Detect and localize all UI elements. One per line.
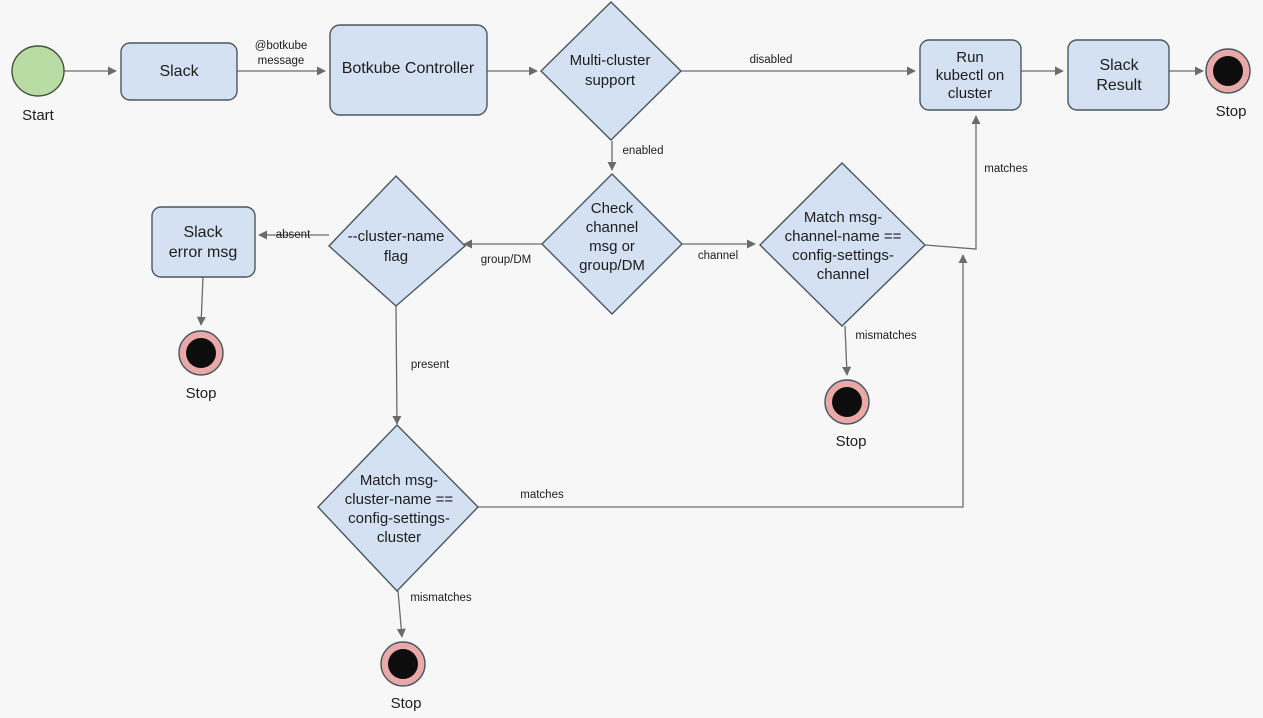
slack-error-msg-box[interactable] bbox=[151, 206, 256, 278]
stop-label-channel-mismatch: Stop bbox=[836, 433, 867, 450]
edge-label-absent: absent bbox=[276, 229, 311, 241]
node-slack[interactable]: Slack bbox=[120, 42, 238, 101]
match-cluster-name-label-line3: config-settings- bbox=[348, 510, 450, 527]
cluster-name-flag-label-line1: --cluster-name bbox=[348, 228, 445, 245]
node-slack-result[interactable]: Slack Result bbox=[1067, 39, 1170, 111]
run-kubectl-label-line1: Run bbox=[956, 49, 984, 66]
node-cluster-name-flag[interactable]: --cluster-name flag bbox=[327, 174, 467, 307]
node-botkube-controller[interactable]: Botkube Controller bbox=[329, 24, 488, 116]
check-channel-label-line4: group/DM bbox=[579, 257, 645, 274]
edge-label-disabled: disabled bbox=[750, 54, 793, 66]
slack-error-msg-label-line1: Slack bbox=[183, 224, 223, 241]
node-run-kubectl[interactable]: Run kubectl on cluster bbox=[919, 39, 1022, 111]
match-cluster-name-diamond[interactable] bbox=[317, 423, 479, 593]
multi-cluster-support-label-line1: Multi-cluster bbox=[570, 52, 651, 69]
match-channel-name-label-line3: config-settings- bbox=[792, 247, 894, 264]
edge-matchchannelname-matches-to-runkubectl bbox=[924, 115, 981, 250]
node-stop-error[interactable]: Stop bbox=[178, 330, 224, 402]
edge-label-present: present bbox=[411, 359, 450, 371]
match-cluster-name-label-line4: cluster bbox=[377, 529, 421, 546]
check-channel-label-line1: Check bbox=[591, 200, 634, 217]
match-cluster-name-label-line1: Match msg- bbox=[360, 472, 438, 489]
slack-result-label-line2: Result bbox=[1096, 77, 1142, 94]
stop-label-error: Stop bbox=[186, 385, 217, 402]
edge-label-matches-cluster: matches bbox=[520, 489, 564, 501]
run-kubectl-label-line3: cluster bbox=[948, 85, 992, 102]
edge-label-mismatches-channel: mismatches bbox=[855, 330, 917, 342]
edge-slackerror-to-stop bbox=[196, 276, 206, 326]
node-slack-error-msg[interactable]: Slack error msg bbox=[151, 206, 256, 278]
node-check-channel[interactable]: Check channel msg or group/DM bbox=[541, 173, 683, 315]
node-multi-cluster-support[interactable]: Multi-cluster support bbox=[540, 1, 682, 141]
stop-core-top-right bbox=[1213, 56, 1243, 86]
check-channel-label-line3: msg or bbox=[589, 238, 635, 255]
stop-label-top-right: Stop bbox=[1216, 103, 1247, 120]
edge-matchclustername-matches-to-runkubectl bbox=[478, 254, 968, 508]
start-circle[interactable] bbox=[11, 45, 65, 97]
match-channel-name-label-line4: channel bbox=[817, 266, 870, 283]
edge-label-botkube-message-line1: @botkube bbox=[255, 40, 308, 52]
match-channel-name-label-line1: Match msg- bbox=[804, 209, 882, 226]
stop-core-error bbox=[186, 338, 216, 368]
edge-clusternameflag-present-to-matchclustername bbox=[392, 305, 402, 425]
edge-label-matches-channel: matches bbox=[984, 163, 1028, 175]
stop-core-cluster-mismatch bbox=[388, 649, 418, 679]
slack-result-label-line1: Slack bbox=[1099, 57, 1139, 74]
node-match-cluster-name[interactable]: Match msg- cluster-name == config-settin… bbox=[317, 423, 479, 593]
edge-label-mismatches-cluster: mismatches bbox=[410, 592, 472, 604]
edge-matchchannelname-mismatches-to-stop bbox=[842, 325, 852, 376]
multi-cluster-support-label-line2: support bbox=[585, 72, 636, 89]
edge-label-enabled: enabled bbox=[623, 145, 664, 157]
run-kubectl-label-line2: kubectl on bbox=[936, 67, 1004, 84]
slack-result-box[interactable] bbox=[1067, 39, 1170, 111]
diagram-canvas: Start Slack Botkube Controller Multi-clu… bbox=[0, 0, 1263, 718]
flowchart-svg: Start Slack Botkube Controller Multi-clu… bbox=[11, 1, 1251, 712]
match-cluster-name-label-line2: cluster-name == bbox=[345, 491, 454, 508]
stop-core-channel-mismatch bbox=[832, 387, 862, 417]
edge-label-group-dm: group/DM bbox=[481, 254, 532, 266]
botkube-controller-label: Botkube Controller bbox=[342, 60, 475, 77]
match-channel-name-label-line2: channel-name == bbox=[785, 228, 902, 245]
node-stop-top-right[interactable]: Stop bbox=[1205, 48, 1251, 120]
start-label: Start bbox=[22, 107, 55, 124]
node-stop-channel-mismatch[interactable]: Stop bbox=[824, 379, 870, 450]
cluster-name-flag-label-line2: flag bbox=[384, 248, 408, 265]
slack-error-msg-label-line2: error msg bbox=[169, 244, 237, 261]
node-match-channel-name[interactable]: Match msg- channel-name == config-settin… bbox=[759, 162, 926, 327]
node-start[interactable]: Start bbox=[11, 45, 65, 124]
edge-label-botkube-message-line2: message bbox=[258, 55, 305, 67]
stop-label-cluster-mismatch: Stop bbox=[391, 695, 422, 712]
edge-matchclustername-mismatches-to-stop bbox=[396, 590, 406, 638]
node-stop-cluster-mismatch[interactable]: Stop bbox=[380, 641, 426, 712]
slack-box-label: Slack bbox=[159, 63, 199, 80]
check-channel-label-line2: channel bbox=[586, 219, 639, 236]
edge-label-channel: channel bbox=[698, 250, 738, 262]
